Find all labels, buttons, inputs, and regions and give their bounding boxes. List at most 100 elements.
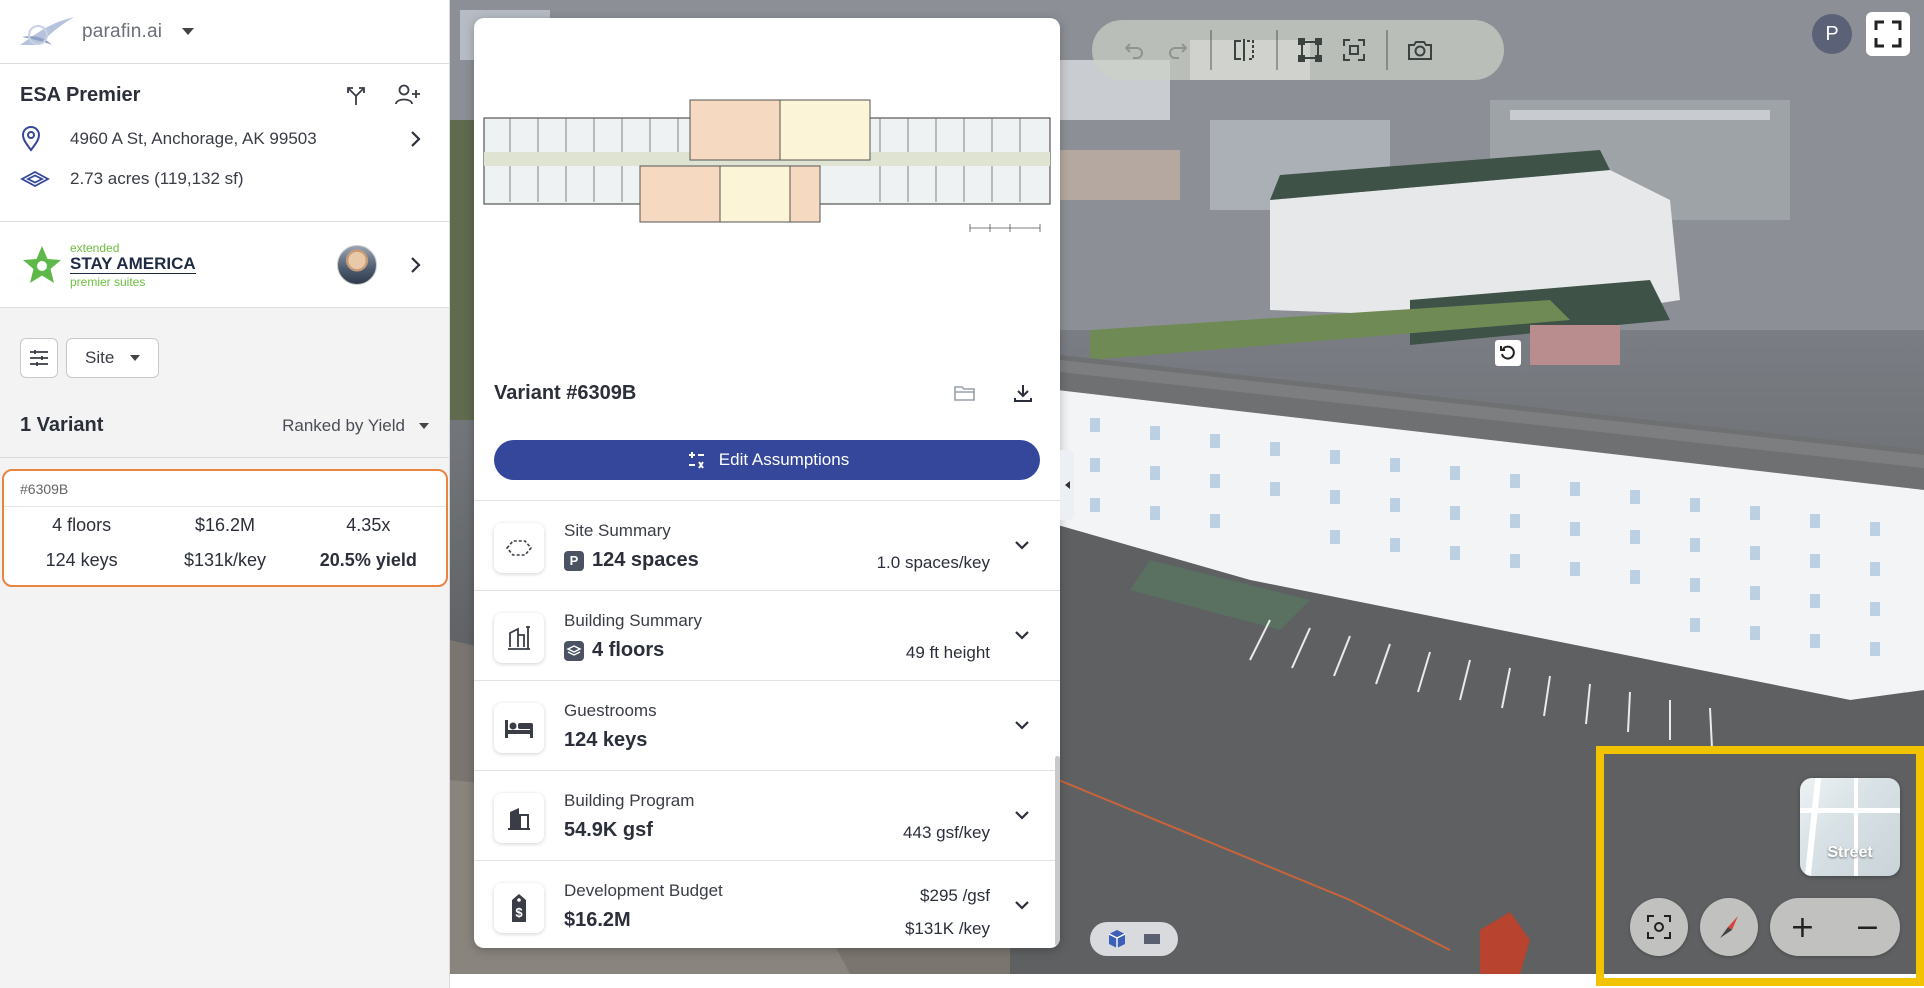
guestrooms-section[interactable]: Guestrooms 124 keys — [474, 681, 1060, 771]
rank-label: Ranked by Yield — [282, 415, 405, 435]
chevron-down-icon — [419, 422, 429, 429]
focus-button[interactable] — [1332, 28, 1376, 72]
chevron-right-icon — [411, 256, 421, 273]
development-budget-section[interactable]: $ Development Budget $16.2M $295 /gsf $1… — [474, 861, 1060, 948]
brand-logo: extended STAY AMERICA premier suites — [20, 242, 196, 288]
edit-assumptions-button[interactable]: Edit Assumptions — [494, 440, 1040, 480]
bounding-box-button[interactable] — [1288, 28, 1332, 72]
site-area: 2.73 acres (119,132 sf) — [70, 169, 244, 188]
section-title: Site Summary — [564, 521, 671, 540]
folder-icon[interactable] — [952, 380, 978, 406]
building-program-section[interactable]: Building Program 54.9K gsf 443 gsf/key — [474, 771, 1060, 861]
variant-yield: 20.5% yield — [319, 550, 417, 570]
location-pin-icon — [21, 126, 41, 152]
variant-title: Variant #6309B — [494, 381, 637, 404]
section-title: Building Program — [564, 791, 695, 810]
zoom-in-button[interactable]: + — [1778, 902, 1828, 952]
section-value: 54.9K gsf — [564, 819, 653, 841]
floor-plan-image — [483, 99, 1051, 232]
add-user-icon[interactable] — [395, 82, 421, 108]
variant-floors: 4 floors — [52, 515, 112, 535]
app-logo-menu[interactable]: parafin.ai — [18, 15, 195, 49]
edit-assumptions-label: Edit Assumptions — [718, 450, 850, 469]
rotate-building-handle[interactable] — [1495, 340, 1521, 366]
flip-horizontal-icon — [1234, 39, 1254, 61]
section-secondary-value: 443 gsf/key — [903, 823, 990, 842]
brand-line-1: extended — [70, 240, 120, 255]
rank-dropdown[interactable]: Ranked by Yield — [282, 416, 429, 436]
view-3d-option[interactable] — [1106, 928, 1128, 950]
star-logo-icon — [23, 245, 61, 283]
site-address-row[interactable]: 4960 A St, Anchorage, AK 99503 — [20, 126, 429, 152]
cube-icon — [1108, 930, 1126, 948]
map-toolbar — [1092, 20, 1504, 80]
brand-line-2: STAY AMERICA — [70, 253, 196, 274]
redo-button[interactable] — [1156, 28, 1200, 72]
toolbar-divider — [1386, 30, 1388, 70]
view-mode-toggle — [1090, 922, 1178, 956]
mirror-button[interactable] — [1222, 28, 1266, 72]
zoom-out-button[interactable]: − — [1843, 902, 1893, 952]
site-area-row: 2.73 acres (119,132 sf) — [20, 169, 429, 189]
building-height-icon — [494, 613, 544, 663]
variant-multiple: 4.35x — [346, 515, 391, 535]
map-footer-strip — [450, 974, 1924, 988]
site-address: 4960 A St, Anchorage, AK 99503 — [70, 129, 317, 148]
summary-sections: Site Summary P 124 spaces 1.0 spaces/key… — [474, 500, 1060, 948]
bed-icon — [494, 703, 544, 753]
section-title: Guestrooms — [564, 701, 657, 720]
brand-row[interactable]: extended STAY AMERICA premier suites — [0, 222, 449, 308]
layers-icon — [564, 640, 584, 661]
collapse-panel-handle[interactable] — [1060, 450, 1074, 520]
undo-button[interactable] — [1112, 28, 1156, 72]
site-dropdown[interactable]: Site — [66, 338, 160, 378]
street-view-label: Street — [1827, 844, 1873, 861]
recenter-button[interactable] — [1630, 898, 1688, 956]
section-value: 124 spaces — [592, 549, 699, 571]
section-title: Development Budget — [564, 881, 723, 900]
variants-header: 1 Variant Ranked by Yield — [0, 414, 449, 437]
parcel-layers-icon — [20, 170, 50, 188]
building-summary-section[interactable]: Building Summary 4 floors 49 ft height — [474, 591, 1060, 681]
user-avatar-button[interactable]: P — [1812, 14, 1852, 54]
fullscreen-button[interactable] — [1866, 12, 1910, 56]
compass-button[interactable] — [1700, 898, 1758, 956]
variant-card[interactable]: #6309B 4 floors $16.2M 4.35x 124 keys $1… — [2, 469, 448, 587]
site-info: ESA Premier 4960 A St, Anchorage, AK 995… — [0, 64, 449, 222]
view-2d-option[interactable] — [1142, 932, 1162, 946]
chevron-down-icon — [1015, 901, 1029, 910]
section-title: Building Summary — [564, 611, 702, 630]
parking-icon: P — [564, 550, 584, 571]
site-summary-section[interactable]: Site Summary P 124 spaces 1.0 spaces/key — [474, 501, 1060, 591]
chevron-down-icon — [1015, 541, 1029, 550]
cost-per-gsf: $295 /gsf — [920, 886, 990, 905]
variants-count: 1 Variant — [20, 414, 104, 436]
filter-settings-button[interactable] — [20, 338, 58, 378]
cost-per-key: $131K /key — [904, 919, 990, 938]
building-icon — [494, 793, 544, 843]
recenter-icon — [1647, 915, 1671, 939]
toolbar-divider — [1276, 30, 1278, 70]
chevron-down-icon — [1015, 721, 1029, 730]
screenshot-button[interactable] — [1398, 28, 1442, 72]
section-secondary-value: 1.0 spaces/key — [876, 553, 990, 572]
split-icon[interactable] — [343, 82, 369, 108]
chevron-down-icon — [1015, 631, 1029, 640]
sidebar-header: parafin.ai — [0, 0, 449, 64]
variant-id: #6309B — [4, 471, 446, 507]
undo-icon — [1124, 43, 1143, 59]
app-logo-text: parafin.ai — [82, 20, 163, 42]
brand-line-3: premier suites — [70, 274, 146, 289]
compass-icon — [1720, 916, 1738, 938]
street-view-button[interactable]: Street — [1800, 778, 1900, 876]
svg-text:$: $ — [515, 905, 523, 920]
parafin-logo-icon — [20, 16, 74, 45]
price-tag-icon: $ — [494, 883, 544, 933]
caret-left-icon — [1065, 481, 1070, 489]
toolbar-divider — [1210, 30, 1212, 70]
panel-scrollbar[interactable] — [1055, 756, 1060, 946]
section-value: $16.2M — [564, 909, 631, 931]
download-icon[interactable] — [1010, 380, 1036, 406]
section-secondary-value: 49 ft height — [905, 643, 990, 662]
rotate-icon — [1500, 345, 1515, 360]
